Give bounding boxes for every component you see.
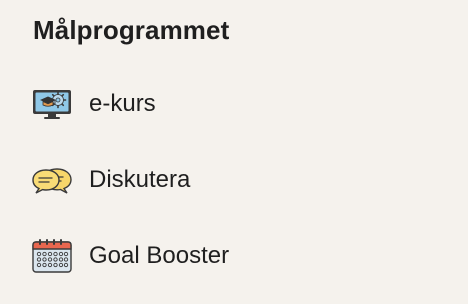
menu-item-diskutera[interactable]: Diskutera xyxy=(31,162,190,198)
monitor-graduation-cap-icon xyxy=(31,86,73,122)
menu-item-ekurs[interactable]: e-kurs xyxy=(31,86,156,122)
goal-program-panel: Målprogrammet e-kurs Diskutera Goal Boos… xyxy=(0,0,468,304)
speech-bubbles-icon xyxy=(31,162,73,198)
calendar-icon xyxy=(31,238,73,274)
menu-item-label: e-kurs xyxy=(89,90,156,117)
section-title: Målprogrammet xyxy=(33,15,230,45)
menu-item-label: Diskutera xyxy=(89,166,191,193)
menu-item-label: Goal Booster xyxy=(89,242,230,269)
menu-item-goal-booster[interactable]: Goal Booster xyxy=(31,238,229,274)
